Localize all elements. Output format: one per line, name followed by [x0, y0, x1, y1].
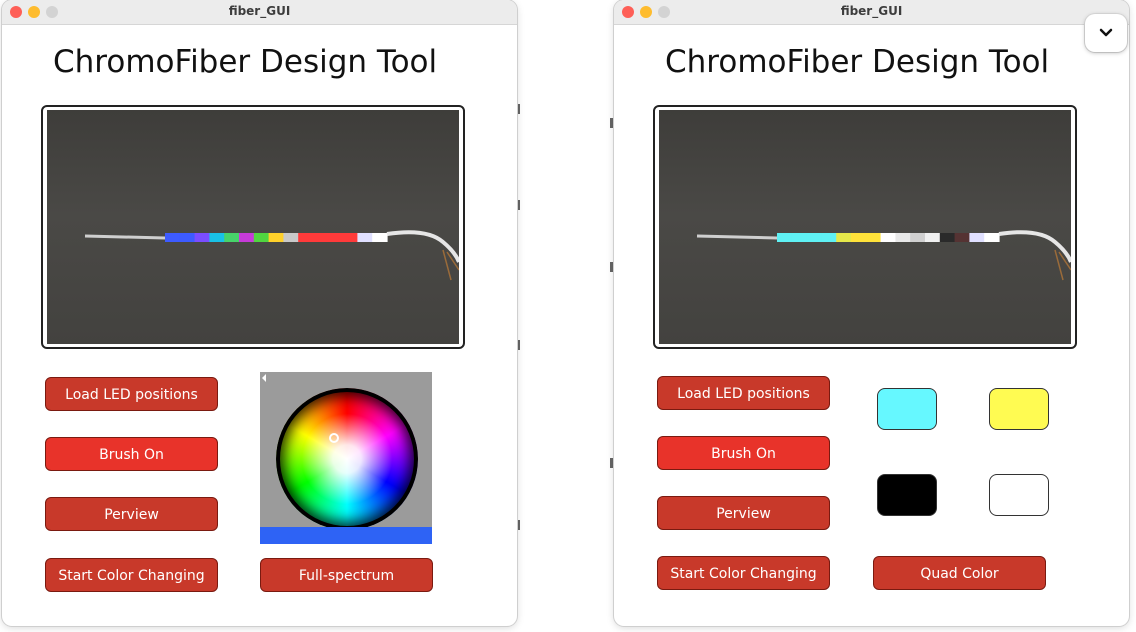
- fiber-led-segment: [791, 233, 808, 242]
- fiber-tail: [84, 234, 166, 240]
- fiber-led-segment: [327, 233, 344, 242]
- brush-on-button[interactable]: Brush On: [45, 437, 218, 471]
- window-title: fiber_GUI: [228, 4, 291, 18]
- fiber-led-segment: [268, 233, 284, 242]
- full-spectrum-mode-button[interactable]: Full-spectrum: [260, 558, 433, 592]
- expand-menu-button[interactable]: [1085, 14, 1127, 52]
- fiber-led-segment: [925, 233, 941, 242]
- fiber-led-segment: [298, 233, 314, 242]
- app-title: ChromoFiber Design Tool: [53, 44, 438, 80]
- background-app-strip: [515, 0, 615, 632]
- fiber-led-segment: [283, 233, 299, 242]
- selected-color-bar: [260, 527, 432, 544]
- fiber-led-segment: [313, 233, 329, 242]
- fiber-led-segment: [821, 233, 837, 242]
- color-swatch-yellow[interactable]: [989, 388, 1049, 430]
- fiber-led-segment: [806, 233, 822, 242]
- fiber-led-segment: [194, 233, 210, 242]
- background-mark: [610, 262, 613, 272]
- color-swatch-cyan[interactable]: [877, 388, 937, 430]
- background-mark: [610, 458, 613, 468]
- fiber-led-segment: [239, 233, 255, 242]
- fiber-led-segment: [851, 233, 867, 242]
- fiber-led-segment: [969, 233, 985, 242]
- fiber-led-segment: [209, 233, 225, 242]
- load-led-positions-button[interactable]: Load LED positions: [45, 377, 218, 411]
- background-mark: [517, 200, 520, 210]
- fiber-led-segment: [939, 233, 956, 242]
- fiber-led-segment: [165, 233, 181, 242]
- fiber-illustration: [84, 230, 459, 281]
- fiber-illustration: [696, 230, 1071, 281]
- fiber-photo-frame: [41, 105, 465, 349]
- fiber-led-segment: [865, 233, 882, 242]
- fiber-led-segment: [954, 233, 970, 242]
- background-mark: [517, 104, 520, 114]
- chevron-down-icon: [1099, 28, 1113, 37]
- color-swatch-black[interactable]: [877, 474, 937, 516]
- load-led-positions-button[interactable]: Load LED positions: [657, 376, 830, 410]
- background-mark: [610, 118, 613, 128]
- background-mark: [517, 520, 520, 530]
- background-mark: [517, 340, 520, 350]
- fiber-led-segment: [880, 233, 896, 242]
- fiber-led-segment: [179, 233, 196, 242]
- title-bar[interactable]: fiber_GUI: [2, 0, 517, 25]
- preview-button[interactable]: Perview: [657, 496, 830, 530]
- color-picker-marker[interactable]: [329, 433, 339, 443]
- fiber-led-segment: [836, 233, 852, 242]
- fiber-led-segment: [372, 233, 388, 242]
- fiber-cable: [386, 230, 459, 263]
- title-bar[interactable]: fiber_GUI: [614, 0, 1129, 25]
- fiber-led-segment: [342, 233, 358, 242]
- fiber-led-strip: [777, 233, 1000, 242]
- fiber-led-segment: [224, 233, 240, 242]
- fiber-photo[interactable]: [659, 110, 1071, 344]
- color-wheel[interactable]: [276, 388, 418, 530]
- fiber-photo-frame: [653, 105, 1077, 349]
- window-title: fiber_GUI: [840, 4, 903, 18]
- fiber-photo[interactable]: [47, 110, 459, 344]
- start-color-changing-button[interactable]: Start Color Changing: [45, 558, 218, 592]
- fiber-led-segment: [777, 233, 793, 242]
- fiber-cable: [998, 230, 1071, 263]
- quad-color-mode-button[interactable]: Quad Color: [873, 556, 1046, 590]
- fiber-led-segment: [357, 233, 373, 242]
- app-title: ChromoFiber Design Tool: [665, 44, 1050, 80]
- color-wheel-panel: [260, 372, 432, 544]
- fiber-gui-window-full-spectrum: fiber_GUI ChromoFiber Design Tool Load L…: [2, 0, 517, 626]
- fiber-led-segment: [910, 233, 926, 242]
- fiber-tail: [696, 234, 778, 240]
- color-swatch-white[interactable]: [989, 474, 1049, 516]
- fiber-led-segment: [895, 233, 911, 242]
- preview-button[interactable]: Perview: [45, 497, 218, 531]
- fiber-gui-window-quad-color: fiber_GUI ChromoFiber Design Tool Load L…: [614, 0, 1129, 626]
- brush-on-button[interactable]: Brush On: [657, 436, 830, 470]
- fiber-led-segment: [253, 233, 270, 242]
- panel-corner-icon: [262, 374, 266, 382]
- start-color-changing-button[interactable]: Start Color Changing: [657, 556, 830, 590]
- fiber-led-strip: [165, 233, 388, 242]
- fiber-led-segment: [984, 233, 1000, 242]
